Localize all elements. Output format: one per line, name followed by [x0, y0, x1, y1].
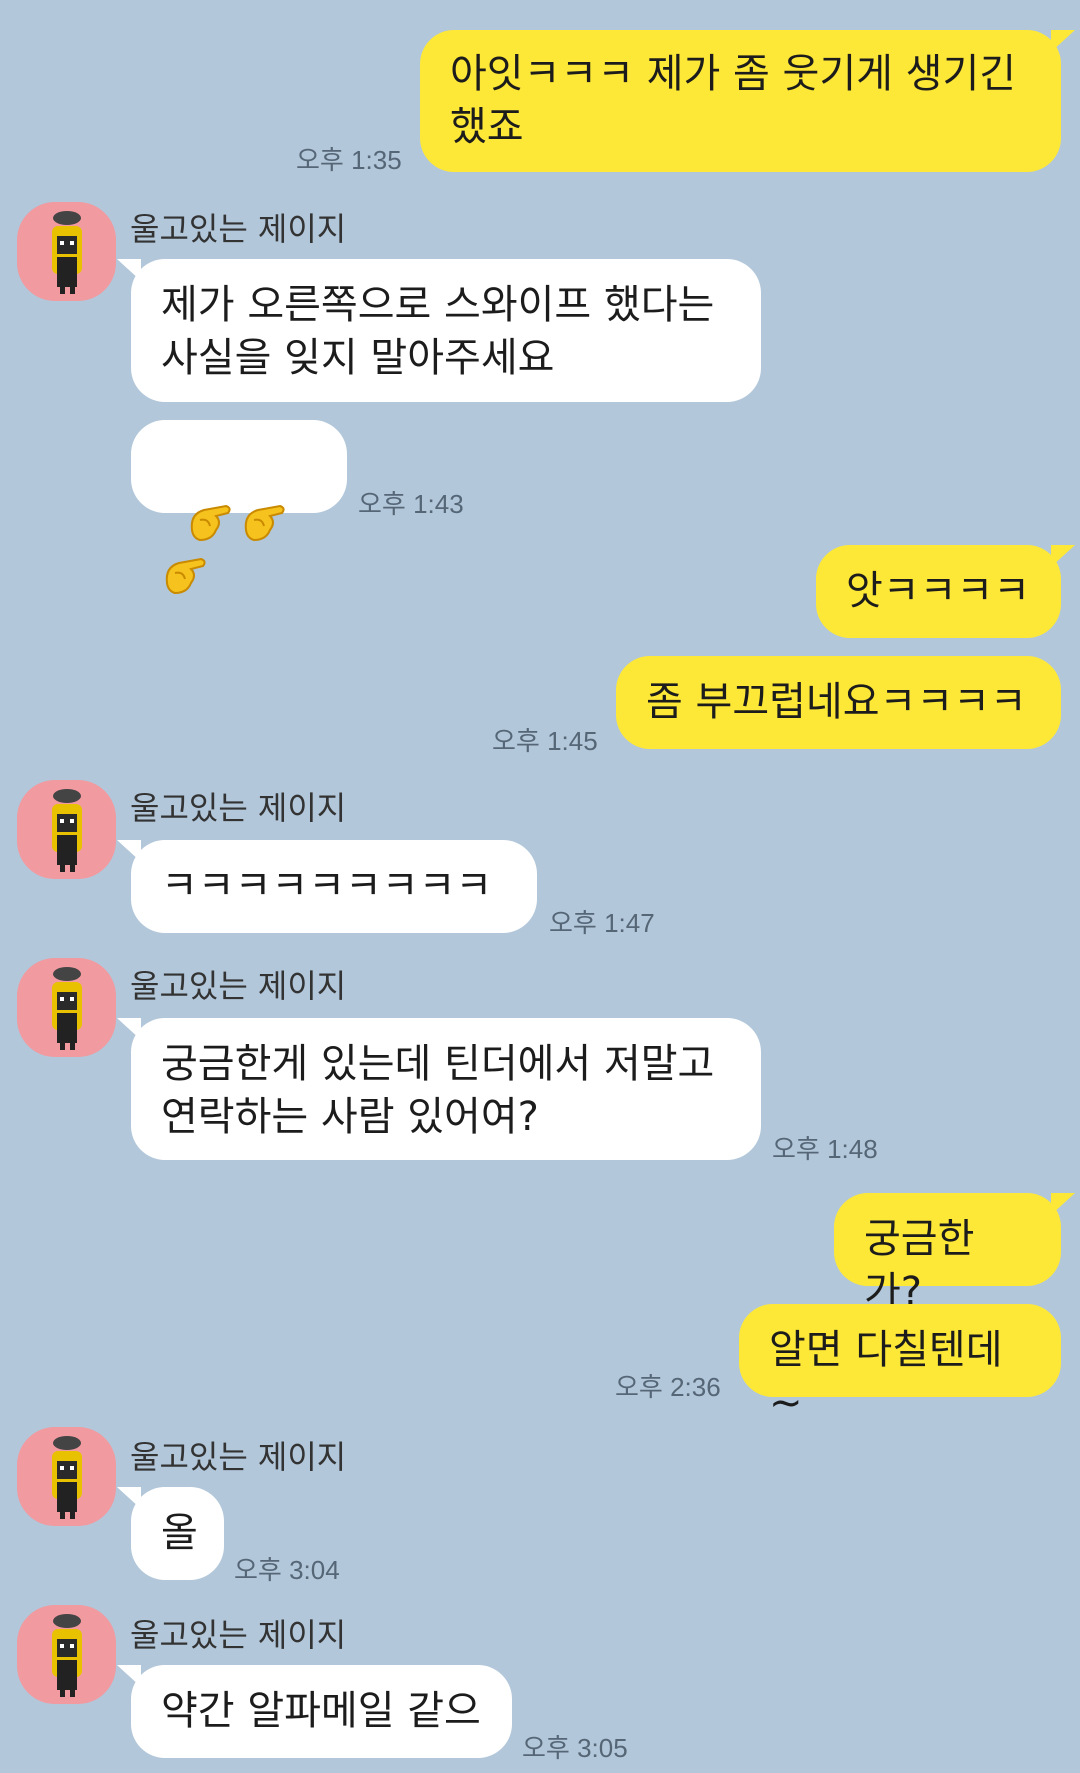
their-message-bubble[interactable]: 궁금한게 있는데 틴더에서 저말고 연락하는 사람 있어여?	[117, 1018, 761, 1160]
my-message-bubble[interactable]: 아잇ㅋㅋㅋ 제가 좀 웃기게 생기긴 했죠	[420, 30, 1075, 172]
message-timestamp: 오후 1:47	[549, 908, 655, 938]
contact-name: 울고있는 제이지	[130, 789, 347, 827]
message-timestamp: 오후 1:35	[296, 145, 402, 175]
their-message-bubble[interactable]: 제가 오른쪽으로 스와이프 했다는 사실을 잊지 말아주세요	[117, 259, 761, 402]
my-message-bubble[interactable]: 좀 부끄럽네요ㅋㅋㅋㅋ	[616, 656, 1061, 749]
avatar-icon	[17, 1427, 116, 1526]
contact-name: 울고있는 제이지	[130, 1616, 347, 1654]
message-timestamp: 오후 3:05	[522, 1733, 628, 1763]
message-timestamp: 오후 2:36	[615, 1372, 721, 1402]
their-message-bubble[interactable]: 올	[117, 1487, 224, 1580]
avatar-icon	[17, 780, 116, 879]
pointing-finger-icon	[240, 500, 290, 546]
contact-avatar[interactable]	[17, 780, 116, 879]
message-timestamp: 오후 1:43	[358, 489, 464, 519]
their-message-bubble[interactable]: 약간 알파메일 같으	[117, 1665, 512, 1758]
pointing-finger-icon	[186, 500, 236, 546]
contact-name: 울고있는 제이지	[130, 1438, 347, 1476]
my-message-bubble[interactable]: 궁금한가?	[834, 1193, 1075, 1315]
avatar-icon	[17, 958, 116, 1057]
emoji-message-bubble[interactable]	[131, 420, 347, 513]
message-timestamp: 오후 3:04	[234, 1555, 340, 1585]
contact-avatar[interactable]	[17, 202, 116, 301]
contact-avatar[interactable]	[17, 958, 116, 1057]
pointing-finger-icon	[161, 553, 211, 599]
message-timestamp: 오후 1:48	[772, 1134, 878, 1164]
contact-avatar[interactable]	[17, 1605, 116, 1704]
my-message-bubble[interactable]: 알면 다칠텐데~	[739, 1304, 1061, 1426]
contact-name: 울고있는 제이지	[130, 967, 347, 1005]
my-message-bubble[interactable]: 앗ㅋㅋㅋㅋ	[816, 545, 1075, 638]
contact-name: 울고있는 제이지	[130, 210, 347, 248]
contact-avatar[interactable]	[17, 1427, 116, 1526]
their-message-bubble[interactable]: ㅋㅋㅋㅋㅋㅋㅋㅋㅋ	[117, 840, 537, 933]
message-timestamp: 오후 1:45	[492, 726, 598, 756]
avatar-icon	[17, 1605, 116, 1704]
avatar-icon	[17, 202, 116, 301]
